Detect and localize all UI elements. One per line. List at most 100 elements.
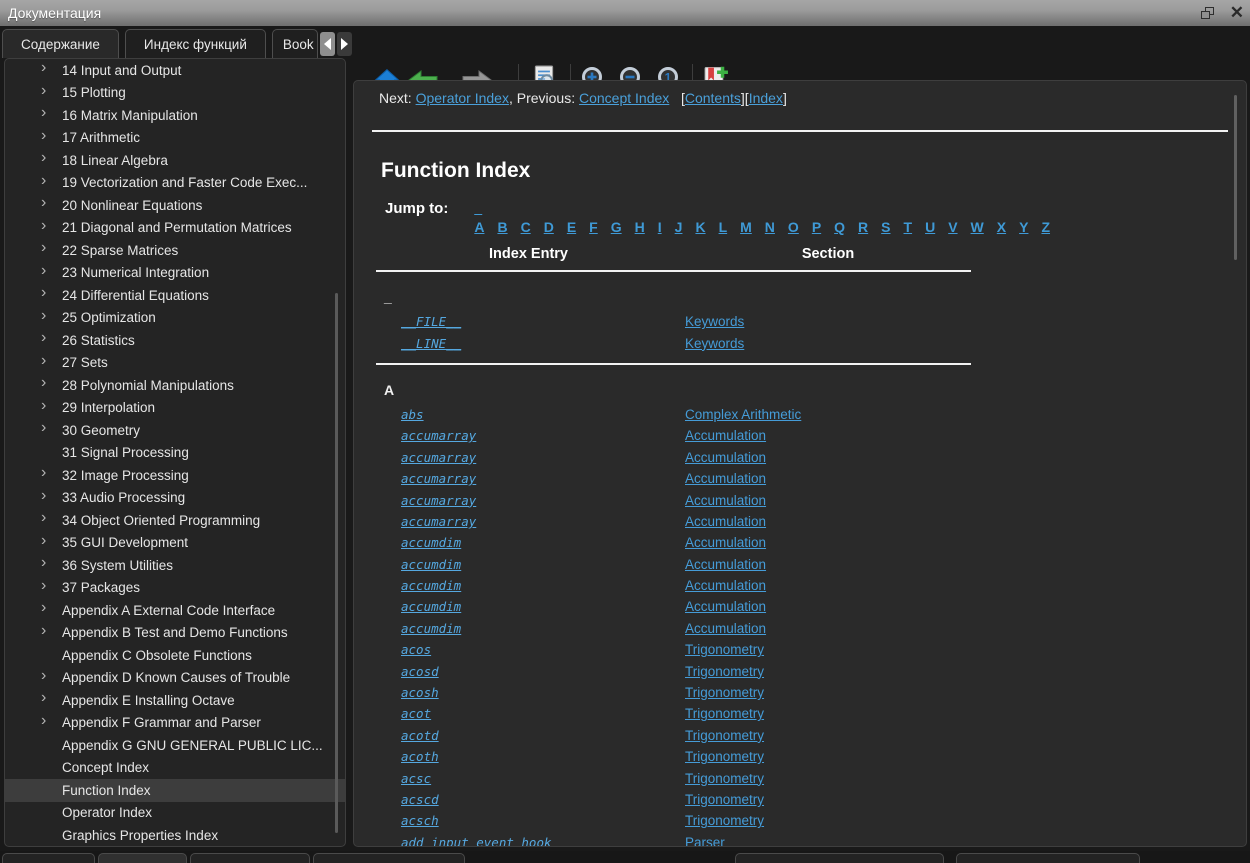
section-link[interactable]: Trigonometry [685,771,764,786]
chevron-right-icon[interactable]: › [41,331,55,345]
chevron-right-icon[interactable]: › [41,579,55,593]
jump-letter-link[interactable]: V [948,219,957,235]
chevron-right-icon[interactable]: › [41,241,55,255]
nav-contents-link[interactable]: Contents [685,90,741,106]
section-link[interactable]: Trigonometry [685,749,764,764]
sidebar-item[interactable]: ›30 Geometry [5,419,345,442]
chevron-right-icon[interactable]: › [41,669,55,683]
background-tab[interactable] [2,853,95,863]
jump-letter-link[interactable]: O [788,219,799,235]
sidebar-item[interactable]: ›16 Matrix Manipulation [5,104,345,127]
function-link[interactable]: acos [372,642,685,657]
chevron-right-icon[interactable]: › [41,286,55,300]
chevron-right-icon[interactable]: › [41,151,55,165]
jump-letter-link[interactable]: W [971,219,984,235]
chevron-right-icon[interactable]: › [41,196,55,210]
sidebar-item[interactable]: ›15 Plotting [5,82,345,105]
jump-letter-link[interactable]: A [474,219,484,235]
jump-letter-link[interactable]: Y [1019,219,1028,235]
jump-letter-link[interactable]: Z [1041,219,1050,235]
jump-letter-link[interactable]: Q [834,219,845,235]
close-icon[interactable]: ✕ [1230,0,1244,26]
jump-letter-link[interactable]: P [812,219,821,235]
sidebar-item[interactable]: Graphics Properties Index [5,824,345,847]
tab-scroll-right-button[interactable] [337,32,352,56]
tab-book-truncated[interactable]: Book [272,29,318,58]
function-link[interactable]: accumarray [372,428,685,443]
jump-letter-link[interactable]: I [658,219,662,235]
chevron-right-icon[interactable]: › [41,106,55,120]
section-link[interactable]: Trigonometry [685,685,764,700]
chevron-right-icon[interactable]: › [41,511,55,525]
sidebar-item[interactable]: ›24 Differential Equations [5,284,345,307]
jump-letter-link[interactable]: K [695,219,705,235]
function-link[interactable]: accumdim [372,599,685,614]
section-link[interactable]: Accumulation [685,621,766,636]
function-link[interactable]: __FILE__ [372,314,685,329]
tab-contents[interactable]: Содержание [2,29,119,58]
jump-letter-link[interactable]: E [567,219,576,235]
restore-icon[interactable] [1201,7,1214,19]
jump-letter-link[interactable]: H [635,219,645,235]
chevron-right-icon[interactable]: › [41,219,55,233]
section-link[interactable]: Keywords [685,336,744,351]
jump-letter-link[interactable]: N [765,219,775,235]
function-link[interactable]: accumarray [372,514,685,529]
function-link[interactable]: abs [372,407,685,422]
sidebar-item[interactable]: ›25 Optimization [5,307,345,330]
section-link[interactable]: Trigonometry [685,664,764,679]
section-link[interactable]: Accumulation [685,557,766,572]
chevron-right-icon[interactable]: › [41,556,55,570]
jump-letter-link[interactable]: G [611,219,622,235]
section-link[interactable]: Trigonometry [685,706,764,721]
function-link[interactable]: acoth [372,749,685,764]
chevron-right-icon[interactable]: › [41,129,55,143]
sidebar-item[interactable]: ›35 GUI Development [5,532,345,555]
chevron-right-icon[interactable]: › [41,421,55,435]
function-link[interactable]: acsch [372,813,685,828]
chevron-right-icon[interactable]: › [41,354,55,368]
chevron-right-icon[interactable]: › [41,466,55,480]
jump-letter-link[interactable]: S [881,219,890,235]
chevron-right-icon[interactable]: › [41,601,55,615]
chevron-right-icon[interactable]: › [41,61,55,75]
section-link[interactable]: Trigonometry [685,813,764,828]
chevron-right-icon[interactable]: › [41,309,55,323]
sidebar-item[interactable]: ›37 Packages [5,577,345,600]
sidebar-item[interactable]: ›18 Linear Algebra [5,149,345,172]
nav-index-link[interactable]: Index [749,90,783,106]
chevron-right-icon[interactable]: › [41,691,55,705]
sidebar-item[interactable]: ›Appendix B Test and Demo Functions [5,622,345,645]
section-link[interactable]: Accumulation [685,450,766,465]
function-link[interactable]: acotd [372,728,685,743]
background-tab[interactable] [956,853,1140,863]
background-tab[interactable] [190,853,310,863]
section-link[interactable]: Accumulation [685,535,766,550]
section-link[interactable]: Trigonometry [685,792,764,807]
sidebar-item[interactable]: ›14 Input and Output [5,59,345,82]
tab-scroll-left-button[interactable] [320,32,335,56]
chevron-right-icon[interactable]: › [41,264,55,278]
jump-letter-link[interactable]: T [904,219,913,235]
chevron-right-icon[interactable]: › [41,624,55,638]
function-link[interactable]: acosd [372,664,685,679]
function-link[interactable]: accumdim [372,621,685,636]
jump-letter-link[interactable]: U [925,219,935,235]
sidebar-item[interactable]: ›33 Audio Processing [5,487,345,510]
nav-previous-link[interactable]: Concept Index [579,90,669,106]
sidebar-item[interactable]: ›Appendix E Installing Octave [5,689,345,712]
section-link[interactable]: Accumulation [685,599,766,614]
chevron-right-icon[interactable]: › [41,399,55,413]
tab-function-index[interactable]: Индекс функций [125,29,266,58]
chevron-right-icon[interactable]: › [41,714,55,728]
section-link[interactable]: Accumulation [685,428,766,443]
sidebar-item[interactable]: ›20 Nonlinear Equations [5,194,345,217]
jump-letter-link[interactable]: C [521,219,531,235]
section-link[interactable]: Parser [685,835,725,847]
jump-letter-link[interactable]: D [544,219,554,235]
sidebar-item[interactable]: Concept Index [5,757,345,780]
function-link[interactable]: accumdim [372,557,685,572]
background-tab[interactable] [313,853,465,863]
sidebar-item[interactable]: 31 Signal Processing [5,442,345,465]
sidebar-item[interactable]: ›17 Arithmetic [5,127,345,150]
